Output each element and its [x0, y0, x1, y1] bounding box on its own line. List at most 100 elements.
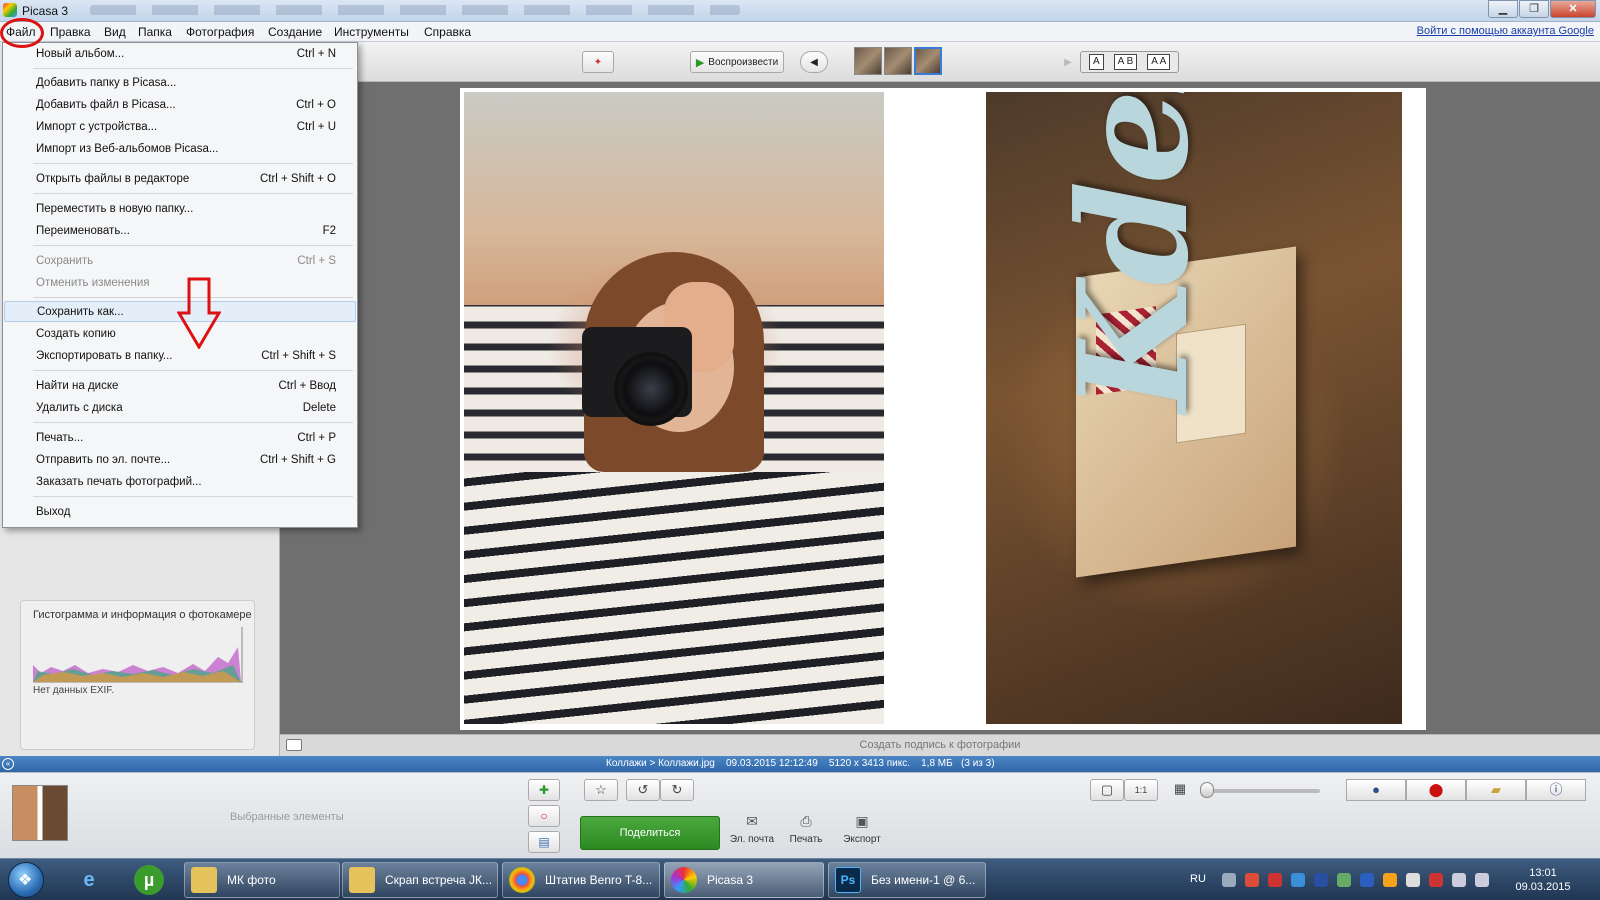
actual-size-button[interactable]: 1:1 — [1124, 779, 1158, 801]
menu-item-delete[interactable]: Удалить с диска Delete — [4, 398, 356, 419]
menu-item-import-web[interactable]: Импорт из Веб-альбомов Picasa... — [4, 139, 356, 160]
collapse-panel-icon[interactable]: « — [2, 758, 14, 770]
network-icon[interactable] — [1475, 873, 1489, 887]
menu-file[interactable]: Файл — [6, 25, 36, 39]
menu-item-email[interactable]: Отправить по эл. почте... Ctrl + Shift + … — [4, 450, 356, 471]
flag-icon[interactable] — [1406, 873, 1420, 887]
taskbar-item-label: Picasa 3 — [707, 873, 754, 887]
tray-icon[interactable] — [1314, 873, 1328, 887]
menu-create[interactable]: Создание — [268, 25, 322, 39]
caption-mode-a[interactable]: A — [1089, 54, 1104, 70]
menu-item-export[interactable]: Экспортировать в папку... Ctrl + Shift + … — [4, 346, 356, 367]
photo-camera-lens — [614, 352, 688, 426]
share-button[interactable]: Поделиться — [580, 816, 720, 850]
filmstrip-thumb[interactable] — [884, 47, 912, 75]
photo-viewer: Kdesign — [280, 82, 1600, 734]
people-icon[interactable]: ● — [1346, 779, 1406, 801]
menu-item-print[interactable]: Печать... Ctrl + P — [4, 428, 356, 449]
close-button[interactable]: ✕ — [1550, 0, 1596, 18]
location-icon[interactable]: ⬤ — [1406, 779, 1466, 801]
tray-icon[interactable] — [1222, 873, 1236, 887]
menu-item-exit[interactable]: Выход — [4, 502, 356, 523]
menu-folder[interactable]: Папка — [138, 25, 172, 39]
utorrent-icon[interactable]: µ — [124, 863, 174, 897]
menu-view[interactable]: Вид — [104, 25, 126, 39]
taskbar-item-active[interactable]: Picasa 3 — [664, 862, 824, 898]
taskbar-item[interactable]: Ps Без имени-1 @ 6... — [828, 862, 986, 898]
menu-tools[interactable]: Инструменты — [334, 25, 409, 39]
menu-item-add-file[interactable]: Добавить файл в Picasa... Ctrl + O — [4, 95, 356, 116]
tray-thumbnail[interactable] — [12, 785, 68, 841]
menu-item-import-device[interactable]: Импорт с устройства... Ctrl + U — [4, 117, 356, 138]
tags-icon[interactable]: ▰ — [1466, 779, 1526, 801]
menu-item-save-as[interactable]: Сохранить как... — [4, 301, 356, 322]
tray-icon[interactable] — [1291, 873, 1305, 887]
minimize-button[interactable]: ▁ — [1488, 0, 1518, 18]
filmstrip — [854, 47, 944, 75]
menu-item-open-editor[interactable]: Открыть файлы в редакторе Ctrl + Shift + … — [4, 169, 356, 190]
photo-striped-shirt — [464, 472, 884, 724]
menu-edit[interactable]: Правка — [50, 25, 91, 39]
collage-tools-button[interactable]: ✦ — [582, 51, 614, 73]
window-title: Picasa 3 — [22, 4, 69, 18]
start-button[interactable]: ❖ — [8, 862, 44, 898]
bluetooth-icon[interactable] — [1360, 873, 1374, 887]
print-button[interactable]: ⎙ Печать — [776, 813, 836, 845]
export-button[interactable]: ▣ Экспорт — [832, 813, 892, 845]
zoom-slider-track[interactable] — [1206, 789, 1320, 793]
info-icon[interactable]: ⓘ — [1526, 779, 1586, 801]
blurred-background-menu — [90, 5, 740, 15]
tray-icon[interactable] — [1268, 873, 1282, 887]
filmstrip-thumb-selected[interactable] — [914, 47, 942, 75]
next-button[interactable]: ▶ — [1054, 51, 1082, 73]
menu-photo[interactable]: Фотография — [186, 25, 254, 39]
pin-icon[interactable]: ✚ — [528, 779, 560, 801]
play-slideshow-button[interactable]: ▶ Воспроизвести — [690, 51, 784, 73]
fit-button[interactable]: ▢ — [1090, 779, 1124, 801]
rotate-left-button[interactable]: ↺ — [626, 779, 660, 801]
menu-item-rename[interactable]: Переименовать... F2 — [4, 221, 356, 242]
taskbar-item[interactable]: Штатив Benro T-8... — [502, 862, 660, 898]
menu-help[interactable]: Справка — [424, 25, 471, 39]
clear-selection-icon[interactable]: ○ — [528, 805, 560, 827]
star-button[interactable]: ☆ — [584, 779, 618, 801]
add-to-album-icon[interactable]: ▤ — [528, 831, 560, 853]
windows-logo-icon: ❖ — [18, 872, 33, 889]
tray-icon[interactable] — [1245, 873, 1259, 887]
info-path: Коллажи > Коллажи.jpg — [606, 758, 715, 769]
rotate-right-button[interactable]: ↻ — [660, 779, 694, 801]
chrome-icon — [509, 867, 535, 893]
zoom-slider-knob[interactable] — [1200, 782, 1214, 798]
shield-icon[interactable] — [1429, 873, 1443, 887]
export-label: Экспорт — [843, 834, 881, 845]
photo-kdesign-card: Kdesign — [986, 92, 1402, 724]
email-button[interactable]: ✉ Эл. почта — [722, 813, 782, 845]
caption-mode-group: A A B A A — [1080, 51, 1180, 73]
google-signin-link[interactable]: Войти с помощью аккаунта Google — [1417, 25, 1594, 37]
menu-item-add-folder[interactable]: Добавить папку в Picasa... — [4, 73, 356, 94]
previous-button[interactable]: ◀ — [800, 51, 828, 73]
language-indicator[interactable]: RU — [1190, 873, 1206, 885]
collage-image[interactable]: Kdesign — [460, 88, 1426, 730]
menu-item-move-folder[interactable]: Переместить в новую папку... — [4, 199, 356, 220]
caption-mode-aa[interactable]: A A — [1147, 54, 1171, 70]
photo-kdesign-lettering: Kdesign — [1046, 92, 1222, 412]
caption-mode-ab[interactable]: A B — [1113, 54, 1138, 70]
taskbar-item[interactable]: Скрап встреча ЈК... — [342, 862, 498, 898]
menu-separator — [33, 297, 353, 298]
filmstrip-thumb[interactable] — [854, 47, 882, 75]
ie-icon[interactable]: e — [64, 863, 114, 897]
volume-icon[interactable] — [1452, 873, 1466, 887]
caption-input[interactable]: Создать подпись к фотографии — [280, 739, 1600, 751]
menu-item-find-on-disk[interactable]: Найти на диске Ctrl + Ввод — [4, 376, 356, 397]
status-info-bar: « Коллажи > Коллажи.jpg 09.03.2015 12:12… — [0, 756, 1600, 772]
printer-icon: ⎙ — [800, 813, 812, 829]
tray-icon[interactable] — [1337, 873, 1351, 887]
maximize-button[interactable]: ❐ — [1519, 0, 1549, 18]
menu-item-new-album[interactable]: Новый альбом... Ctrl + N — [4, 44, 356, 65]
menu-item-make-copy[interactable]: Создать копию — [4, 324, 356, 345]
menu-item-order-prints[interactable]: Заказать печать фотографий... — [4, 472, 356, 493]
clock[interactable]: 13:01 09.03.2015 — [1508, 866, 1578, 894]
taskbar-item[interactable]: МК фото — [184, 862, 340, 898]
tray-icon[interactable] — [1383, 873, 1397, 887]
